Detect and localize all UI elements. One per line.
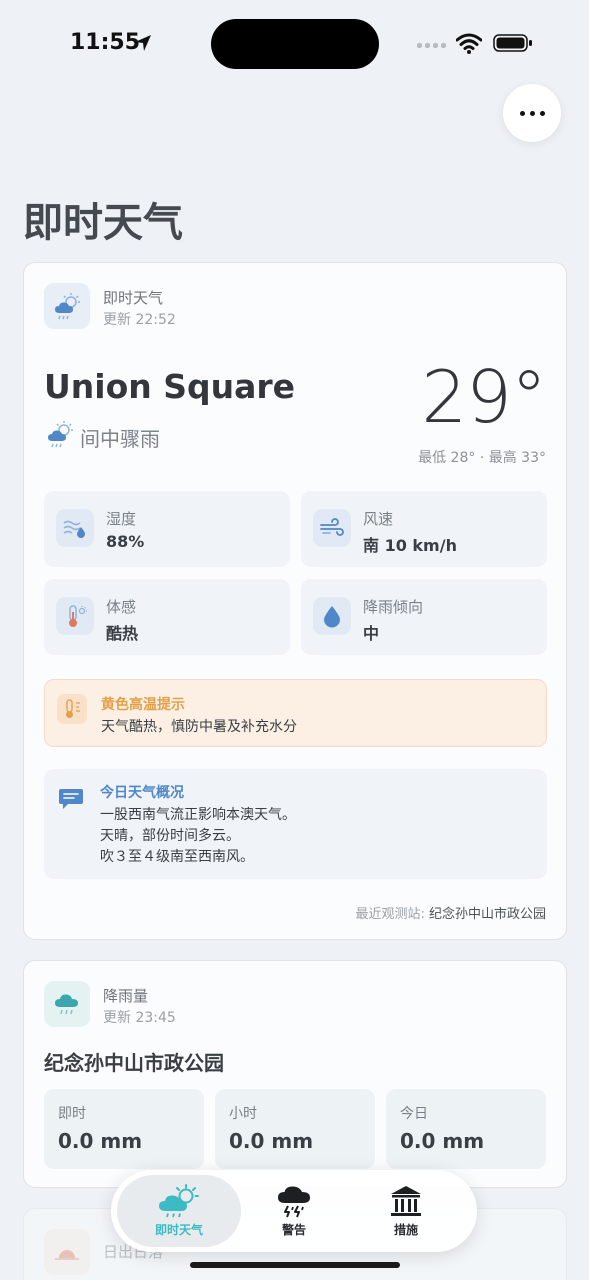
heat-alert-banner[interactable]: 黄色高温提示 天气酷热，慎防中暑及补充水分	[44, 679, 547, 747]
summary-line: 吹３至４级南至西南风。	[100, 849, 254, 865]
more-dot-icon	[529, 110, 535, 116]
summary-line: 天晴，部份时间多云。	[100, 828, 240, 844]
heat-thermometer-icon	[57, 694, 87, 724]
wind-icon	[313, 509, 351, 547]
tab-bar: 即时天气 警告 措施	[111, 1170, 477, 1252]
card-label: 降雨量	[103, 987, 149, 1005]
summary-title: 今日天气概况	[100, 785, 184, 801]
location-arrow-icon	[135, 35, 151, 51]
tile-label: 风速	[363, 510, 394, 528]
home-indicator[interactable]	[190, 1262, 400, 1268]
humidity-tile[interactable]: 湿度 88%	[44, 491, 290, 567]
rain-chance-tile[interactable]: 降雨倾向 中	[301, 579, 547, 655]
alert-title: 黄色高温提示	[101, 697, 185, 713]
tile-label: 湿度	[106, 510, 137, 528]
temperature-range: 最低 28° · 最高 33°	[418, 450, 546, 466]
rain-today-tile: 今日 0.0 mm	[386, 1089, 546, 1169]
dynamic-island	[211, 19, 379, 69]
tab-label: 警告	[281, 1223, 306, 1237]
humidity-icon	[56, 509, 94, 547]
sunrise-icon	[44, 1229, 90, 1275]
raindrop-icon	[313, 597, 351, 635]
feels-like-tile[interactable]: 体感 酷热	[44, 579, 290, 655]
wind-tile[interactable]: 风速 南 10 km/h	[301, 491, 547, 567]
building-icon	[391, 1186, 421, 1216]
current-temperature: 29°	[421, 355, 547, 439]
status-bar: 11:55	[0, 0, 589, 90]
summary-line: 一股西南气流正影响本澳天气。	[100, 807, 296, 823]
tile-label: 小时	[229, 1106, 257, 1122]
tile-label: 今日	[400, 1106, 428, 1122]
card-label: 即时天气	[103, 289, 164, 307]
more-dot-icon	[519, 110, 525, 116]
rain-station-name: 纪念孙中山市政公园	[44, 1051, 224, 1075]
rain-hour-tile: 小时 0.0 mm	[215, 1089, 375, 1169]
tab-label: 即时天气	[154, 1223, 203, 1237]
more-options-button[interactable]	[503, 84, 561, 142]
tab-label: 措施	[393, 1223, 418, 1237]
tile-value: 中	[363, 624, 380, 643]
daily-summary[interactable]: 今日天气概况 一股西南气流正影响本澳天气。 天晴，部份时间多云。 吹３至４级南至…	[44, 769, 547, 879]
tile-value: 88%	[106, 532, 145, 551]
summary-text: 一股西南气流正影响本澳天气。 天晴，部份时间多云。 吹３至４级南至西南风。	[100, 805, 296, 868]
tab-current-weather[interactable]: 即时天气	[117, 1175, 241, 1247]
tile-label: 即时	[58, 1106, 86, 1122]
showers-icon	[48, 421, 73, 448]
battery-icon	[493, 34, 532, 52]
tab-measures[interactable]: 措施	[361, 1175, 451, 1247]
tile-label: 体感	[106, 598, 137, 616]
tile-value: 南 10 km/h	[363, 536, 457, 555]
wifi-icon	[456, 33, 482, 54]
rain-cloud-icon	[44, 981, 90, 1027]
partly-cloudy-rain-icon	[44, 283, 90, 329]
location-name: Union Square	[44, 367, 296, 406]
tile-value: 酷热	[106, 624, 139, 643]
tab-warnings[interactable]: 警告	[249, 1175, 339, 1247]
tile-label: 降雨倾向	[363, 598, 424, 616]
nearest-station: 最近观测站: 纪念孙中山市政公园	[355, 903, 546, 922]
tile-value: 0.0 mm	[229, 1129, 314, 1153]
thermometer-icon	[56, 597, 94, 635]
message-icon	[56, 783, 86, 813]
cellular-signal-icon	[417, 43, 446, 48]
rainfall-card[interactable]: 降雨量 更新 23:45 纪念孙中山市政公园 即时 0.0 mm 小时 0.0 …	[23, 960, 567, 1188]
page-title: 即时天气	[23, 200, 183, 246]
alert-text: 天气酷热，慎防中暑及补充水分	[101, 719, 297, 735]
updated-time: 更新 22:52	[103, 312, 176, 328]
station-label: 最近观测站:	[355, 907, 425, 922]
updated-time: 更新 23:45	[103, 1010, 176, 1026]
more-dot-icon	[539, 110, 545, 116]
weather-icon	[159, 1184, 199, 1218]
current-weather-card[interactable]: 即时天气 更新 22:52 Union Square 间中骤雨 29° 最低 2…	[23, 262, 567, 940]
station-name: 纪念孙中山市政公园	[428, 907, 546, 922]
weather-condition: 间中骤雨	[80, 427, 160, 451]
tile-value: 0.0 mm	[58, 1129, 143, 1153]
rain-now-tile: 即时 0.0 mm	[44, 1089, 204, 1169]
tile-value: 0.0 mm	[400, 1129, 485, 1153]
status-time: 11:55	[70, 30, 141, 55]
storm-icon	[278, 1186, 310, 1218]
